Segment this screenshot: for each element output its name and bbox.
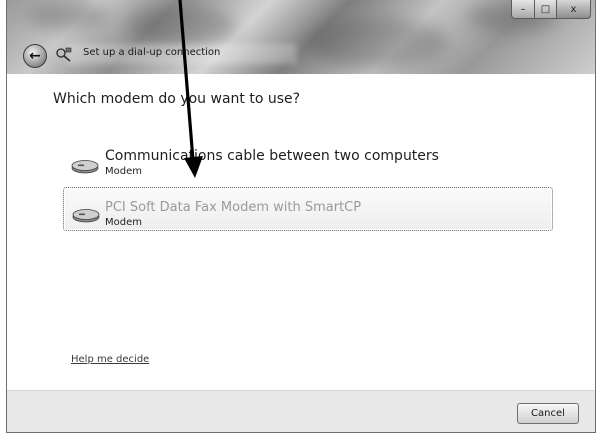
minimize-button[interactable]: – — [511, 0, 535, 19]
modem-icon — [71, 160, 99, 174]
maximize-icon: □ — [540, 3, 551, 15]
modem-option-pci-soft-data-fax[interactable]: PCI Soft Data Fax Modem with SmartCP Mod… — [63, 187, 553, 231]
modem-icon — [72, 209, 100, 223]
minimize-icon: – — [520, 3, 526, 15]
close-icon: x — [570, 3, 577, 15]
back-arrow-icon: ← — [29, 47, 41, 64]
cancel-button[interactable]: Cancel — [517, 403, 579, 424]
modem-name: PCI Soft Data Fax Modem with SmartCP — [105, 200, 362, 215]
modem-type: Modem — [105, 217, 142, 228]
back-button[interactable]: ← — [23, 44, 47, 68]
modem-name: Communications cable between two compute… — [105, 148, 439, 164]
page-question: Which modem do you want to use? — [53, 91, 301, 107]
modem-type: Modem — [105, 166, 142, 177]
window-title: Set up a dial-up connection — [83, 47, 221, 58]
dialup-connection-icon — [56, 47, 72, 62]
close-button[interactable]: x — [557, 0, 591, 19]
title-bar: ← Set up a dial-up connection – □ x — [7, 0, 595, 74]
caption-buttons: – □ x — [511, 0, 591, 20]
modem-option-cable[interactable]: Communications cable between two compute… — [63, 146, 553, 190]
wizard-footer: Cancel — [7, 390, 595, 432]
help-me-decide-link[interactable]: Help me decide — [71, 354, 149, 365]
maximize-button[interactable]: □ — [535, 0, 557, 19]
wizard-content: Which modem do you want to use? Communic… — [7, 74, 595, 390]
dialup-wizard-window: ← Set up a dial-up connection – □ x Whic… — [6, 0, 596, 433]
